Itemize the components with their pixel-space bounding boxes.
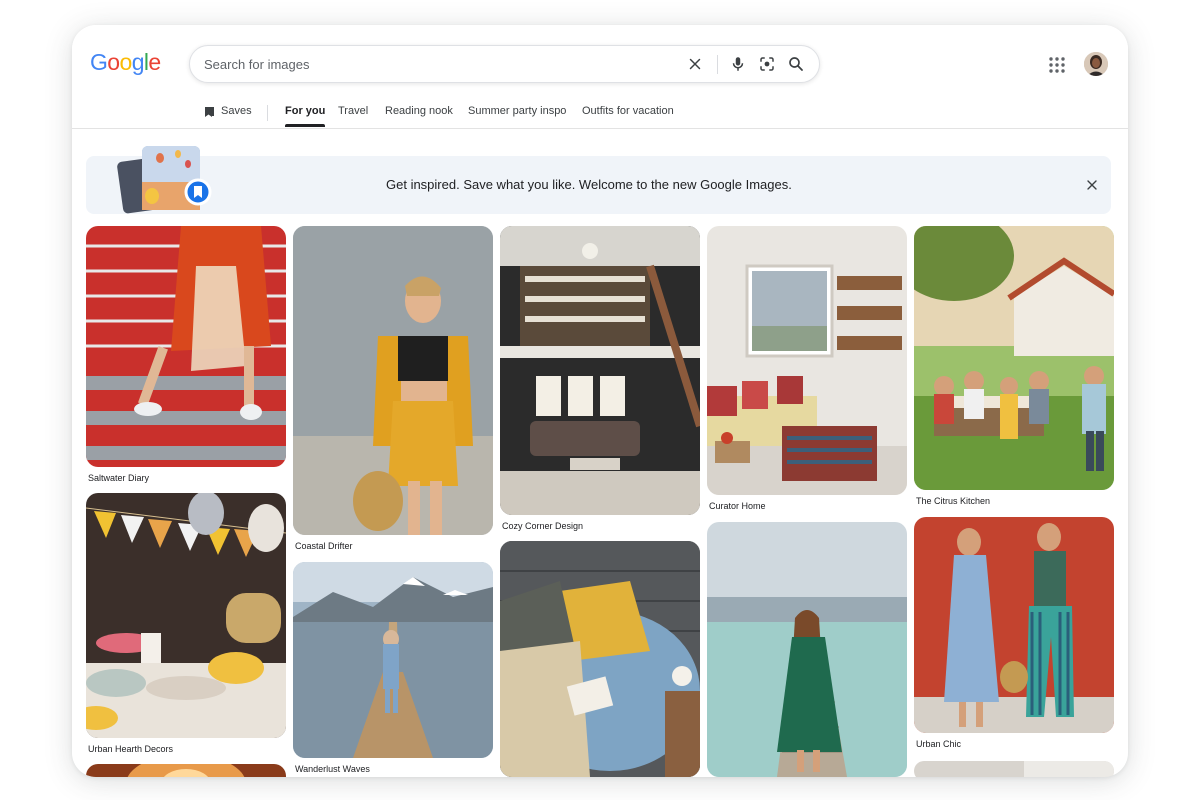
image-card xyxy=(500,541,700,777)
clear-icon[interactable] xyxy=(686,55,704,73)
image-card: Saltwater Diary xyxy=(86,226,286,484)
image-card: Cozy Corner Design xyxy=(500,226,700,536)
tab-reading-nook[interactable]: Reading nook xyxy=(385,105,453,127)
image-reading-chair xyxy=(500,541,700,777)
image-cozy-loft xyxy=(500,226,700,515)
image-card xyxy=(86,764,286,777)
image-caption[interactable]: Curator Home xyxy=(709,501,766,511)
image-red-stairs xyxy=(86,226,286,467)
image-result[interactable] xyxy=(293,562,493,758)
search-input[interactable] xyxy=(204,46,674,82)
image-caption[interactable]: The Citrus Kitchen xyxy=(916,496,990,506)
search-box xyxy=(189,45,820,83)
bookmark-icon xyxy=(205,107,214,117)
image-caption[interactable]: Wanderlust Waves xyxy=(295,764,370,774)
tab-travel[interactable]: Travel xyxy=(338,105,368,127)
image-caption[interactable]: Saltwater Diary xyxy=(88,473,149,483)
image-card: Urban Chic xyxy=(914,517,1114,753)
logo-letter: g xyxy=(131,49,145,75)
image-caption[interactable]: Urban Chic xyxy=(916,739,961,749)
image-caption[interactable]: Urban Hearth Decors xyxy=(88,744,173,754)
image-result[interactable] xyxy=(914,517,1114,733)
avatar-photo xyxy=(1084,52,1108,76)
logo-letter: o xyxy=(107,49,120,75)
apps-grid-icon[interactable] xyxy=(1048,56,1066,74)
image-card: Coastal Drifter xyxy=(293,226,493,556)
image-garden-party xyxy=(914,226,1114,490)
image-card: The Citrus Kitchen xyxy=(914,226,1114,511)
image-result[interactable] xyxy=(500,541,700,777)
image-result[interactable] xyxy=(707,226,907,495)
image-result[interactable] xyxy=(500,226,700,515)
image-two-women-red-wall xyxy=(914,517,1114,733)
close-banner-icon[interactable] xyxy=(1086,179,1098,191)
avatar[interactable] xyxy=(1084,52,1108,76)
saves-label: Saves xyxy=(221,105,252,117)
tab-for-you[interactable]: For you xyxy=(285,105,326,127)
image-result[interactable] xyxy=(293,226,493,535)
google-images-window: Google Search for images Saves For you T… xyxy=(72,25,1128,777)
image-result[interactable] xyxy=(86,226,286,467)
logo-letter: o xyxy=(119,49,133,75)
search-divider xyxy=(717,55,718,74)
mic-icon[interactable] xyxy=(729,55,747,73)
welcome-banner: Get inspired. Save what you like. Welcom… xyxy=(86,146,1111,214)
image-result[interactable] xyxy=(914,226,1114,490)
image-result[interactable] xyxy=(86,764,286,777)
image-card xyxy=(914,761,1114,777)
image-yellow-outfit xyxy=(293,226,493,535)
image-card: Curator Home xyxy=(707,226,907,516)
image-caption[interactable]: Coastal Drifter xyxy=(295,541,353,551)
header: Google Search for images Saves For you T… xyxy=(72,25,1128,129)
image-card: Wanderlust Waves xyxy=(293,562,493,777)
tab-divider xyxy=(267,105,268,121)
logo-letter: G xyxy=(90,49,108,75)
lens-icon[interactable] xyxy=(758,55,776,73)
banner-message: Get inspired. Save what you like. Welcom… xyxy=(386,177,792,192)
image-green-dress-pier xyxy=(707,522,907,777)
image-result[interactable] xyxy=(914,761,1114,777)
image-partial-bottom xyxy=(914,761,1114,777)
google-logo[interactable]: Google xyxy=(90,49,161,76)
tab-outfits-for-vacation[interactable]: Outfits for vacation xyxy=(582,105,674,127)
image-result[interactable] xyxy=(707,522,907,777)
image-result[interactable] xyxy=(86,493,286,738)
image-party-decor xyxy=(86,493,286,738)
search-icon[interactable] xyxy=(787,55,805,73)
collection-illustration-icon xyxy=(117,146,212,214)
image-caption[interactable]: Cozy Corner Design xyxy=(502,521,583,531)
image-card xyxy=(707,522,907,777)
logo-letter: e xyxy=(148,49,161,75)
tab-summer-party-inspo[interactable]: Summer party inspo xyxy=(468,105,566,127)
image-living-room xyxy=(707,226,907,495)
image-warm-lights xyxy=(86,764,286,777)
image-card: Urban Hearth Decors xyxy=(86,493,286,755)
image-lake-pier xyxy=(293,562,493,758)
